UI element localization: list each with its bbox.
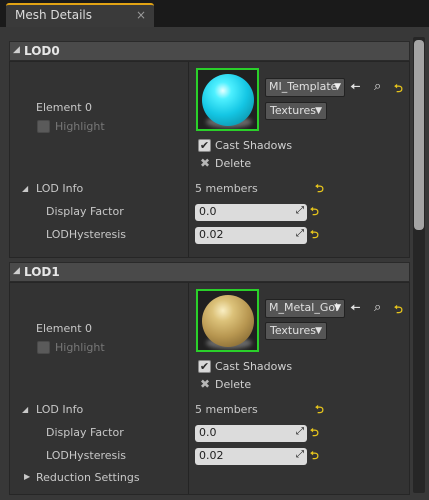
- cast-shadows-label: Cast Shadows: [215, 360, 293, 373]
- material-sphere-preview: [202, 74, 254, 126]
- lod-body: Element 0 Highlight MI_Template ▼ 🠄 ⌕ ⮌ …: [9, 61, 410, 258]
- lod-info-expand-icon[interactable]: ◢: [22, 184, 28, 193]
- reset-to-default-icon[interactable]: ⮌: [310, 229, 319, 240]
- display-factor-label: Display Factor: [46, 205, 124, 218]
- highlight-label: Highlight: [55, 341, 105, 354]
- lod-hysteresis-input[interactable]: 0.02 ⤢: [195, 448, 307, 465]
- material-name: MI_Template: [269, 80, 338, 93]
- element-label: Element 0: [36, 101, 93, 114]
- material-selector[interactable]: M_Metal_Gol ▼: [265, 299, 345, 318]
- lod-body: Element 0 Highlight M_Metal_Gol ▼ 🠄 ⌕ ⮌ …: [9, 282, 410, 495]
- material-sphere-preview: [202, 295, 254, 347]
- highlight-label: Highlight: [55, 120, 105, 133]
- lod-hysteresis-label: LODHysteresis: [46, 228, 127, 241]
- lod-hysteresis-input[interactable]: 0.02 ⤢: [195, 227, 307, 244]
- use-selected-arrow-icon[interactable]: 🠄: [350, 302, 361, 315]
- lod-info-label: LOD Info: [36, 182, 84, 195]
- cast-shadows-label: Cast Shadows: [215, 139, 293, 152]
- drag-handle-icon[interactable]: ⤢: [296, 426, 304, 437]
- tab-mesh-details[interactable]: Mesh Details ×: [6, 3, 154, 27]
- highlight-checkbox[interactable]: [37, 341, 50, 354]
- display-factor-label: Display Factor: [46, 426, 124, 439]
- chevron-down-icon: ▼: [315, 106, 322, 116]
- display-factor-input[interactable]: 0.0 ⤢: [195, 204, 307, 221]
- chevron-down-icon: ▼: [315, 326, 322, 336]
- delete-label[interactable]: Delete: [215, 157, 251, 170]
- lod-info-members: 5 members: [195, 403, 258, 416]
- delete-x-icon[interactable]: ✖: [200, 377, 210, 391]
- lod-info-members: 5 members: [195, 182, 258, 195]
- lod-title: LOD1: [24, 265, 60, 279]
- material-selector[interactable]: MI_Template ▼: [265, 78, 345, 97]
- highlight-checkbox[interactable]: [37, 120, 50, 133]
- delete-label[interactable]: Delete: [215, 378, 251, 391]
- cast-shadows-checkbox[interactable]: ✔: [198, 139, 211, 152]
- collapse-arrow-icon[interactable]: ◢: [13, 45, 20, 55]
- display-factor-value: 0.0: [199, 426, 217, 439]
- material-thumbnail[interactable]: [196, 289, 259, 352]
- display-factor-input[interactable]: 0.0 ⤢: [195, 425, 307, 442]
- chevron-down-icon: ▼: [334, 82, 341, 92]
- tab-title: Mesh Details: [15, 8, 93, 22]
- reduction-settings-expand-icon[interactable]: ▶: [24, 472, 30, 481]
- lod-hysteresis-value: 0.02: [199, 228, 224, 241]
- chevron-down-icon: ▼: [334, 303, 341, 313]
- textures-dropdown[interactable]: Textures ▼: [265, 102, 327, 120]
- lod-hysteresis-label: LODHysteresis: [46, 449, 127, 462]
- textures-dropdown[interactable]: Textures ▼: [265, 322, 327, 340]
- reduction-settings-label[interactable]: Reduction Settings: [36, 471, 140, 484]
- reset-to-default-icon[interactable]: ⮌: [310, 427, 319, 438]
- browse-magnifier-icon[interactable]: ⌕: [374, 80, 381, 93]
- lod-title: LOD0: [24, 44, 60, 58]
- reset-to-default-icon[interactable]: ⮌: [315, 404, 324, 415]
- tab-bar: Mesh Details ×: [0, 0, 429, 27]
- lod-header[interactable]: ◢ LOD0: [9, 41, 410, 61]
- material-thumbnail[interactable]: [196, 68, 259, 131]
- column-divider: [188, 62, 189, 257]
- delete-x-icon[interactable]: ✖: [200, 156, 210, 170]
- close-icon[interactable]: ×: [136, 8, 146, 22]
- drag-handle-icon[interactable]: ⤢: [296, 228, 304, 239]
- lod-info-label: LOD Info: [36, 403, 84, 416]
- lod-header[interactable]: ◢ LOD1: [9, 262, 410, 282]
- collapse-arrow-icon[interactable]: ◢: [13, 266, 20, 276]
- lod-info-expand-icon[interactable]: ◢: [22, 405, 28, 414]
- reset-to-default-icon[interactable]: ⮌: [310, 206, 319, 217]
- use-selected-arrow-icon[interactable]: 🠄: [350, 81, 361, 94]
- textures-label: Textures: [270, 324, 316, 337]
- cast-shadows-checkbox[interactable]: ✔: [198, 360, 211, 373]
- column-divider: [188, 283, 189, 494]
- element-label: Element 0: [36, 322, 93, 335]
- lod-hysteresis-value: 0.02: [199, 449, 224, 462]
- drag-handle-icon[interactable]: ⤢: [296, 205, 304, 216]
- lod-section-0: ◢ LOD0 Element 0 Highlight MI_Template ▼…: [9, 41, 410, 258]
- reset-to-default-icon[interactable]: ⮌: [394, 304, 403, 315]
- reset-to-default-icon[interactable]: ⮌: [310, 450, 319, 461]
- reset-to-default-icon[interactable]: ⮌: [315, 183, 324, 194]
- drag-handle-icon[interactable]: ⤢: [296, 449, 304, 460]
- display-factor-value: 0.0: [199, 205, 217, 218]
- lod-section-1: ◢ LOD1 Element 0 Highlight M_Metal_Gol ▼…: [9, 262, 410, 495]
- reset-to-default-icon[interactable]: ⮌: [394, 83, 403, 94]
- material-name: M_Metal_Gol: [269, 301, 339, 314]
- browse-magnifier-icon[interactable]: ⌕: [374, 301, 381, 314]
- scrollbar-thumb[interactable]: [414, 40, 424, 230]
- textures-label: Textures: [270, 104, 316, 117]
